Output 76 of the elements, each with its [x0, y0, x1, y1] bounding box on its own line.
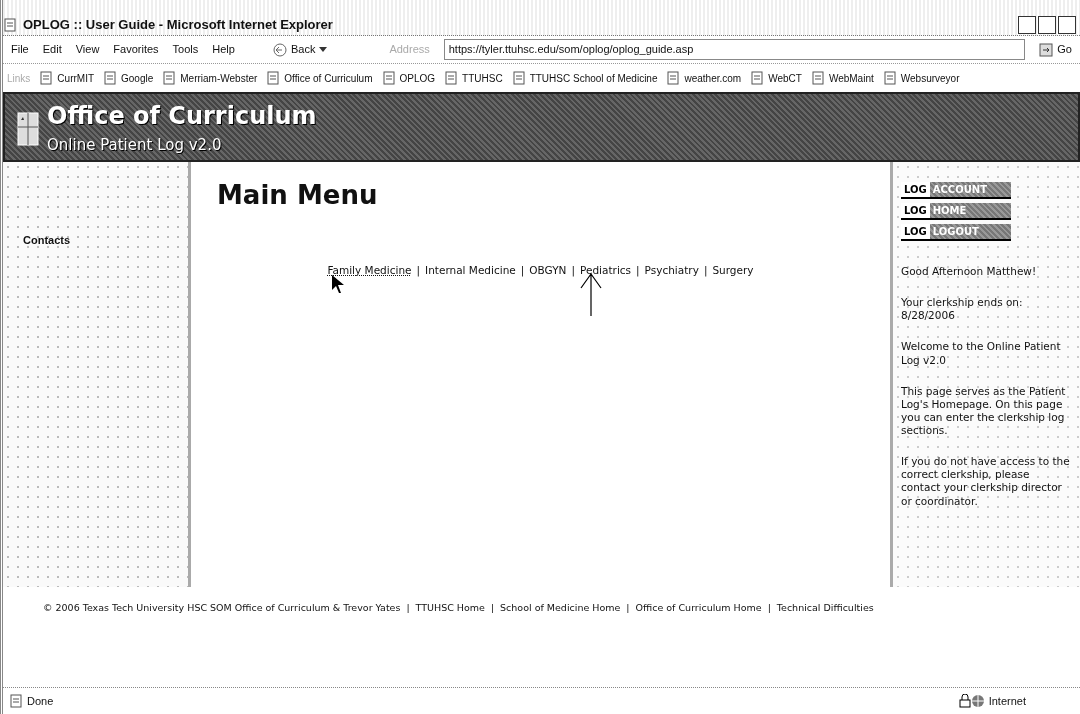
site-subtitle: Online Patient Log v2.0 [47, 134, 223, 156]
separator: | [490, 601, 495, 615]
site-title: Office of Curriculum [47, 100, 317, 132]
separator: | [416, 263, 421, 279]
address-field[interactable]: https://tyler.ttuhsc.edu/som/oplog/oplog_guide.asp [443, 39, 1026, 60]
clerkship-link[interactable]: Family Medicine [327, 263, 412, 279]
menu-item[interactable]: File [11, 41, 29, 58]
bookmark-link[interactable]: TTUHSC [444, 70, 503, 86]
clerkship-link[interactable]: Internal Medicine [425, 263, 516, 279]
links-label: Links [7, 71, 31, 86]
info-text: Good Afternoon Matthew! [901, 265, 1038, 279]
page-heading: Main Menu [217, 180, 379, 212]
info-text: Your clerkship ends on: 8/28/2006 [901, 296, 1024, 323]
separator: | [636, 263, 640, 279]
log-button[interactable]: LOG ACCOUNT [901, 182, 1011, 199]
page-icon [666, 71, 681, 85]
caret-icon [319, 46, 328, 53]
bookmark-link[interactable]: TTUHSC School of Medicine [511, 70, 658, 86]
window-title: OPLOG :: User Guide - Microsoft Internet Explorer [23, 15, 333, 34]
footer-link[interactable]: TTUHSC Home [415, 601, 485, 687]
bookmark-link[interactable]: Websurveyor [882, 70, 960, 86]
bookmark-link[interactable]: WebMaint [810, 70, 874, 86]
page-icon [750, 71, 765, 85]
menu-item[interactable]: Favorites [113, 41, 159, 58]
page-icon [444, 71, 459, 85]
separator: | [626, 601, 630, 615]
bookmark-link[interactable]: CurrMIT [39, 70, 95, 86]
address-label: Address [389, 42, 430, 58]
separator: | [767, 601, 771, 615]
page-icon [3, 17, 19, 32]
log-button[interactable]: LOG LOGOUT [901, 224, 1011, 241]
page-icon [882, 71, 897, 85]
copyright-text: © 2006 Texas Tech University HSC SOM Office of Curriculum & Trevor Yates [43, 601, 401, 615]
menu-item[interactable]: Edit [42, 41, 62, 58]
up-arrow-icon [579, 272, 603, 316]
globe-icon [970, 694, 985, 708]
bookmark-link[interactable]: Office of Curriculum [266, 70, 373, 86]
separator: | [703, 263, 708, 279]
log-button[interactable]: LOG HOME [901, 203, 1011, 220]
lock-icon [958, 694, 971, 708]
status-text: Done [27, 693, 54, 709]
zone-text: Internet [988, 693, 1026, 709]
page-icon [511, 71, 526, 85]
menu-item[interactable]: Tools [172, 41, 199, 58]
pointer-icon [331, 274, 345, 294]
menu-item[interactable]: Help [212, 41, 235, 58]
info-text: This page serves as the Patient Log's Homepage. On this page you can enter the clerkship log sections. [901, 384, 1067, 438]
separator: | [571, 263, 576, 279]
clerkship-link[interactable]: OBGYN [529, 263, 567, 279]
separator: | [406, 601, 410, 615]
footer-link[interactable]: Technical Difficulties [776, 601, 874, 687]
clerkship-link[interactable]: Pediatrics [580, 263, 632, 279]
sidebar-link[interactable]: Contacts [23, 232, 188, 249]
footer-link[interactable]: Office of Curriculum Home [635, 601, 762, 687]
page-icon [103, 71, 118, 85]
maximize-button[interactable] [1038, 15, 1056, 34]
bookmark-link[interactable]: Google [103, 70, 154, 86]
page-icon [810, 71, 825, 85]
info-text: Welcome to the Online Patient Log v2.0 [901, 340, 1062, 367]
back-button[interactable]: Back [272, 41, 328, 58]
page-icon [381, 71, 396, 85]
bookmark-link[interactable]: WebCT [750, 70, 802, 86]
page-icon [162, 71, 177, 85]
separator: | [520, 263, 525, 279]
bookmark-link[interactable]: weather.com [666, 70, 742, 86]
clerkship-link[interactable]: Psychiatry [644, 263, 699, 279]
info-text: If you do not have access to the correct clerkship, please contact your clerkship director or coordinator. [901, 455, 1071, 508]
page-icon [39, 71, 54, 85]
menu-item[interactable]: View [75, 41, 100, 58]
footer-link[interactable]: School of Medicine Home [500, 601, 621, 687]
page-icon [266, 71, 281, 85]
clerkship-link[interactable]: Surgery [712, 263, 754, 279]
page-icon [9, 694, 23, 708]
bookmark-link[interactable]: OPLOG [381, 70, 436, 86]
go-button[interactable]: Go [1039, 41, 1072, 58]
bookmark-link[interactable]: Merriam-Webster [162, 70, 258, 86]
